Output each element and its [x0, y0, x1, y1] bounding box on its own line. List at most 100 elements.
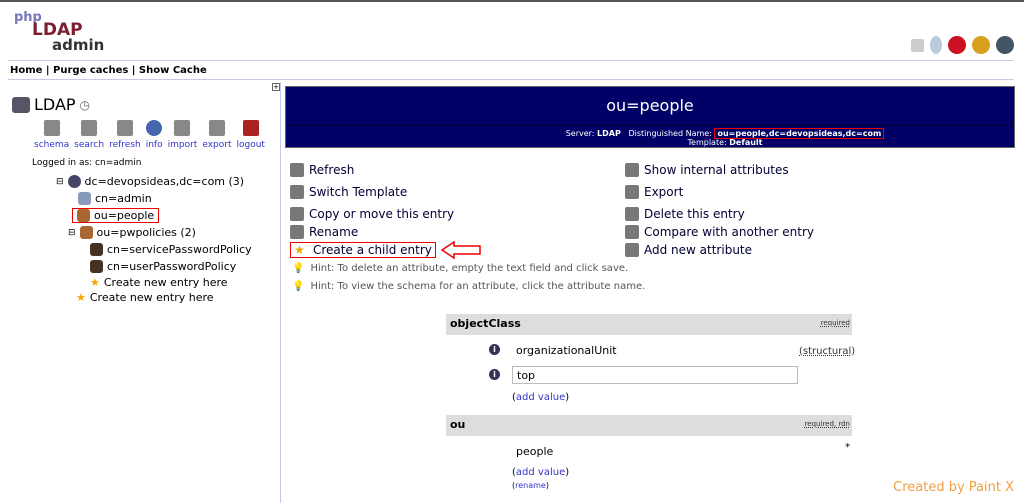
question-icon[interactable] — [996, 36, 1014, 54]
objectclass-value: organizationalUnit — [512, 342, 795, 360]
top-nav[interactable]: Home | Purge caches | Show Cache — [10, 65, 207, 76]
attribute-header-ou: ou required, rdn — [446, 415, 852, 436]
add-value-link[interactable]: (add value) — [512, 467, 569, 478]
server-title[interactable]: LDAP ◷ — [12, 95, 90, 114]
bulb-icon[interactable] — [930, 36, 942, 54]
create-entry-pwpolicies[interactable]: ★ Create new entry here — [90, 276, 228, 289]
action-compare[interactable]: Compare with another entry — [625, 225, 814, 239]
ou-value: people — [512, 443, 795, 461]
tool-label: refresh — [109, 140, 141, 150]
tree-label: ou=people — [94, 209, 155, 222]
divider — [8, 60, 1014, 61]
action-rename[interactable]: Rename — [290, 225, 358, 239]
action-add-attribute[interactable]: Add new attribute — [625, 243, 752, 257]
tool-label: logout — [236, 140, 265, 150]
tool-refresh[interactable]: refresh — [109, 120, 141, 150]
tool-schema[interactable]: schema — [34, 120, 69, 150]
link-text: add value — [515, 392, 566, 403]
bug-icon[interactable] — [948, 36, 966, 54]
star-icon: ★ — [294, 243, 305, 257]
action-refresh[interactable]: Refresh — [290, 163, 354, 177]
action-label: Export — [644, 185, 684, 199]
action-label: Copy or move this entry — [309, 207, 455, 221]
tool-label: export — [202, 140, 232, 150]
trash-icon — [625, 207, 639, 221]
tool-search[interactable]: search — [74, 120, 104, 150]
template-label: Template: — [687, 138, 727, 147]
tree-node-servicepolicy[interactable]: cn=servicePasswordPolicy — [90, 243, 252, 256]
refresh-icon — [116, 120, 133, 136]
rename-icon — [290, 225, 304, 239]
tools-icon — [625, 163, 639, 177]
action-label: Delete this entry — [644, 207, 745, 221]
red-arrow-annotation — [440, 240, 481, 260]
clock-icon[interactable]: ◷ — [80, 98, 90, 112]
attribute-flags: required, rdn — [804, 420, 850, 428]
star-icon: ★ — [76, 291, 86, 304]
action-create-child[interactable]: ★ Create a child entry — [290, 242, 436, 258]
tool-logout[interactable]: logout — [236, 120, 265, 150]
link-text: rename — [515, 481, 546, 490]
tool-import[interactable]: import — [168, 120, 197, 150]
logout-icon — [242, 120, 259, 136]
toolbar: schema search refresh info import export… — [34, 120, 265, 150]
smiley-icon[interactable] — [972, 36, 990, 54]
help-icon[interactable] — [911, 38, 924, 52]
search-icon — [81, 120, 98, 136]
info-icon[interactable]: i — [489, 344, 500, 355]
entry-header: ou=people Server: LDAP Distinguished Nam… — [285, 86, 1015, 148]
attribute-name[interactable]: ou — [450, 418, 465, 431]
collapse-icon[interactable]: ⊟ — [56, 177, 64, 187]
user-icon — [78, 192, 91, 205]
rename-link[interactable]: (rename) — [512, 481, 549, 490]
tool-label: info — [145, 140, 163, 150]
action-label: Show internal attributes — [644, 163, 789, 177]
tree-node-root[interactable]: ⊟ dc=devopsideas,dc=com (3) — [56, 175, 244, 188]
hint-text: Hint: To delete an attribute, empty the … — [310, 263, 629, 274]
attribute-name[interactable]: objectClass — [450, 317, 521, 330]
action-export[interactable]: Export — [625, 185, 683, 199]
action-copy-move[interactable]: Copy or move this entry — [290, 207, 454, 221]
objectclass-value-input[interactable] — [512, 366, 798, 384]
collapse-icon[interactable]: ⊟ — [68, 228, 76, 238]
person-icon — [90, 260, 103, 273]
tree-label: dc=devopsideas,dc=com (3) — [84, 175, 245, 188]
add-value-link[interactable]: (add value) — [512, 392, 569, 403]
template-icon — [290, 185, 304, 199]
bulb-icon: 💡 — [292, 263, 305, 274]
expand-icon[interactable]: + — [272, 83, 280, 91]
tree-node-people[interactable]: ou=people — [72, 208, 160, 223]
tree-node-pwpolicies[interactable]: ⊟ ou=pwpolicies (2) — [68, 226, 196, 239]
action-show-internal[interactable]: Show internal attributes — [625, 163, 789, 177]
tree-node-userpolicy[interactable]: cn=userPasswordPolicy — [90, 260, 236, 273]
template-value: Default — [729, 138, 763, 147]
tool-label: search — [74, 140, 105, 150]
tree-label: cn=servicePasswordPolicy — [107, 243, 252, 256]
compare-icon — [625, 225, 639, 239]
action-label: Compare with another entry — [644, 225, 814, 239]
logged-in-as: Logged in as: cn=admin — [32, 158, 142, 168]
action-label: Create a child entry — [313, 243, 432, 257]
link-text: add value — [515, 467, 566, 478]
bulb-icon: 💡 — [292, 281, 305, 292]
server-name: LDAP — [34, 95, 76, 114]
action-label: Refresh — [309, 163, 355, 177]
create-entry-root[interactable]: ★ Create new entry here — [76, 291, 214, 304]
hint-delete: 💡 Hint: To delete an attribute, empty the… — [292, 263, 628, 274]
action-switch-template[interactable]: Switch Template — [290, 185, 407, 199]
globe-icon — [67, 175, 81, 188]
action-delete[interactable]: Delete this entry — [625, 207, 745, 221]
action-label: Add new attribute — [644, 243, 753, 257]
refresh-icon — [290, 163, 304, 177]
info-icon[interactable]: i — [489, 369, 500, 380]
import-icon — [174, 120, 191, 136]
export-icon — [625, 185, 639, 199]
structural-label[interactable]: (structural) — [799, 346, 855, 357]
server-label: Server: — [565, 129, 595, 138]
attribute-flags: required — [820, 319, 850, 327]
ou-icon — [77, 209, 90, 222]
tree-node-admin[interactable]: cn=admin — [78, 192, 152, 205]
tool-info[interactable]: info — [146, 120, 163, 150]
export-icon — [208, 120, 225, 136]
tool-export[interactable]: export — [202, 120, 231, 150]
